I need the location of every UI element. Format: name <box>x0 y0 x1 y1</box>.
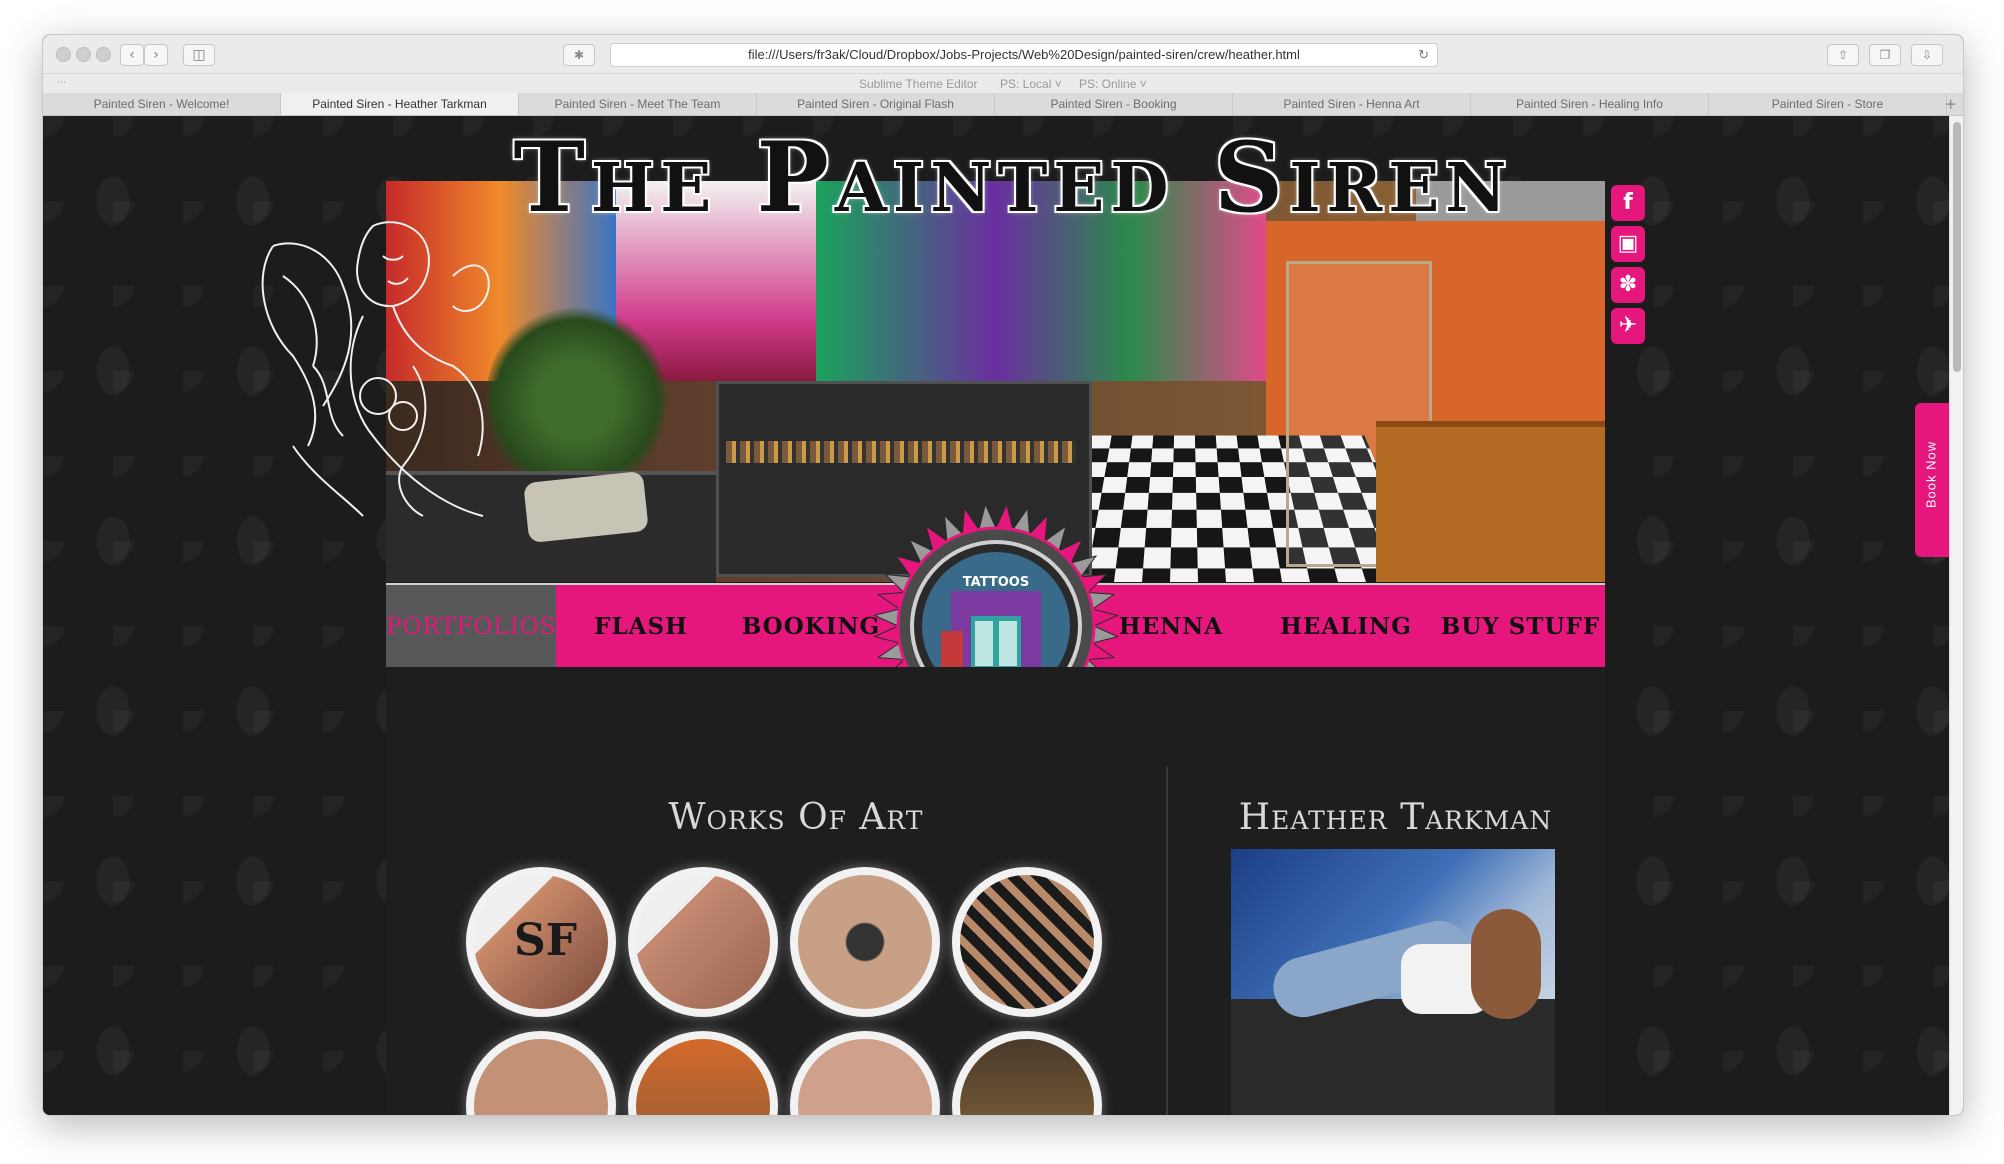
url-text: file:///Users/fr3ak/Cloud/Dropbox/Jobs-P… <box>748 47 1300 62</box>
siren-illustration <box>261 221 490 517</box>
badge-text: TATTOOS <box>963 575 1029 590</box>
tattoo-thumbnail[interactable] <box>628 867 778 1017</box>
badge-spike <box>1091 608 1120 627</box>
nav-healing[interactable]: HEALING <box>1256 585 1436 667</box>
tab-healing-info[interactable]: Painted Siren - Healing Info <box>1471 93 1709 115</box>
page-scrollbar[interactable] <box>1949 116 1963 1115</box>
tab-heather-tarkman[interactable]: Painted Siren - Heather Tarkman <box>281 93 519 115</box>
back-button[interactable]: ‹ <box>120 44 144 66</box>
tattoo-thumbnail[interactable]: SF <box>466 867 616 1017</box>
grid-icon[interactable]: ⋯ <box>57 78 69 88</box>
bookmarks-bar: ⋯ Sublime Theme Editor PS: Local ˅ PS: O… <box>43 74 1963 93</box>
nav-portfolios[interactable]: PORTFOLIOS <box>386 585 556 667</box>
badge-spike <box>995 502 1014 531</box>
tab-henna-art[interactable]: Painted Siren - Henna Art <box>1233 93 1471 115</box>
zoom-window-button[interactable] <box>96 47 111 62</box>
instagram-icon[interactable]: ▣ <box>1611 226 1645 262</box>
badge-spike <box>872 608 901 627</box>
tab-original-flash[interactable]: Painted Siren - Original Flash <box>757 93 995 115</box>
bookmark-ps-local[interactable]: PS: Local ˅ <box>1000 77 1062 91</box>
scrollbar-thumb[interactable] <box>1953 122 1961 372</box>
bookmark-ps-online[interactable]: PS: Online ˅ <box>1079 77 1147 91</box>
browser-window: ‹ › ◫ ✱ file:///Users/fr3ak/Cloud/Dropbo… <box>42 34 1964 1116</box>
badge-spike <box>872 625 901 644</box>
reload-icon[interactable]: ↻ <box>1418 44 1429 66</box>
book-now-label: Book Now <box>1923 440 1939 509</box>
facebook-icon[interactable]: f <box>1611 185 1645 221</box>
title-bar: ‹ › ◫ ✱ file:///Users/fr3ak/Cloud/Dropbo… <box>43 35 1963 74</box>
artist-heading: Heather Tarkman <box>1238 797 1553 838</box>
address-bar[interactable]: file:///Users/fr3ak/Cloud/Dropbox/Jobs-P… <box>610 43 1438 67</box>
tattoo-thumbnail[interactable] <box>952 1031 1102 1115</box>
twitter-icon[interactable]: ✈ <box>1611 308 1645 344</box>
tab-store[interactable]: Painted Siren - Store <box>1709 93 1947 115</box>
share-button[interactable]: ⇧ <box>1827 44 1859 66</box>
bookmark-sublime-theme-editor[interactable]: Sublime Theme Editor <box>859 77 978 91</box>
tattoo-thumbnail[interactable] <box>790 867 940 1017</box>
new-tab-button[interactable]: + <box>1944 94 1957 114</box>
tab-welcome[interactable]: Painted Siren - Welcome! <box>43 93 281 115</box>
tattoo-thumbnail[interactable] <box>790 1031 940 1115</box>
works-gallery: SF <box>466 867 1106 1115</box>
sidebar-toggle-button[interactable]: ◫ <box>183 44 215 66</box>
tab-bar: Painted Siren - Welcome! Painted Siren -… <box>43 93 1963 116</box>
badge-spike <box>978 502 997 531</box>
wooden-desk <box>1376 421 1605 582</box>
tattoo-thumbnail[interactable] <box>628 1031 778 1115</box>
tattoo-thumbnail[interactable] <box>952 867 1102 1017</box>
nav-flash[interactable]: FLASH <box>556 585 726 667</box>
forward-button[interactable]: › <box>144 44 168 66</box>
page-viewport: The Painted Siren f ▣ ✽ ✈ Book Now PORTF… <box>43 116 1949 1115</box>
content-area: Works Of Art Heather Tarkman SF <box>386 667 1605 1115</box>
photo-hair <box>1471 909 1541 1019</box>
tabs-overview-button[interactable]: ❐ <box>1869 44 1901 66</box>
extension-icon[interactable]: ✱ <box>563 44 595 66</box>
minimize-window-button[interactable] <box>76 47 91 62</box>
downloads-button[interactable]: ⇩ <box>1911 44 1943 66</box>
badge-spike <box>1091 625 1120 644</box>
site-title: The Painted Siren <box>513 121 1513 234</box>
close-window-button[interactable] <box>56 47 71 62</box>
tattoo-thumbnail[interactable] <box>466 1031 616 1115</box>
artist-photo <box>1231 849 1555 1115</box>
tab-booking[interactable]: Painted Siren - Booking <box>995 93 1233 115</box>
ink-bottles <box>726 441 1076 463</box>
tab-meet-the-team[interactable]: Painted Siren - Meet The Team <box>519 93 757 115</box>
social-links: f ▣ ✽ ✈ <box>1611 185 1647 349</box>
works-heading: Works Of Art <box>668 797 924 838</box>
yelp-icon[interactable]: ✽ <box>1611 267 1645 303</box>
nav-buy-stuff[interactable]: BUY STUFF <box>1436 585 1605 667</box>
column-divider <box>1166 767 1168 1115</box>
book-now-tab[interactable]: Book Now <box>1915 403 1949 557</box>
